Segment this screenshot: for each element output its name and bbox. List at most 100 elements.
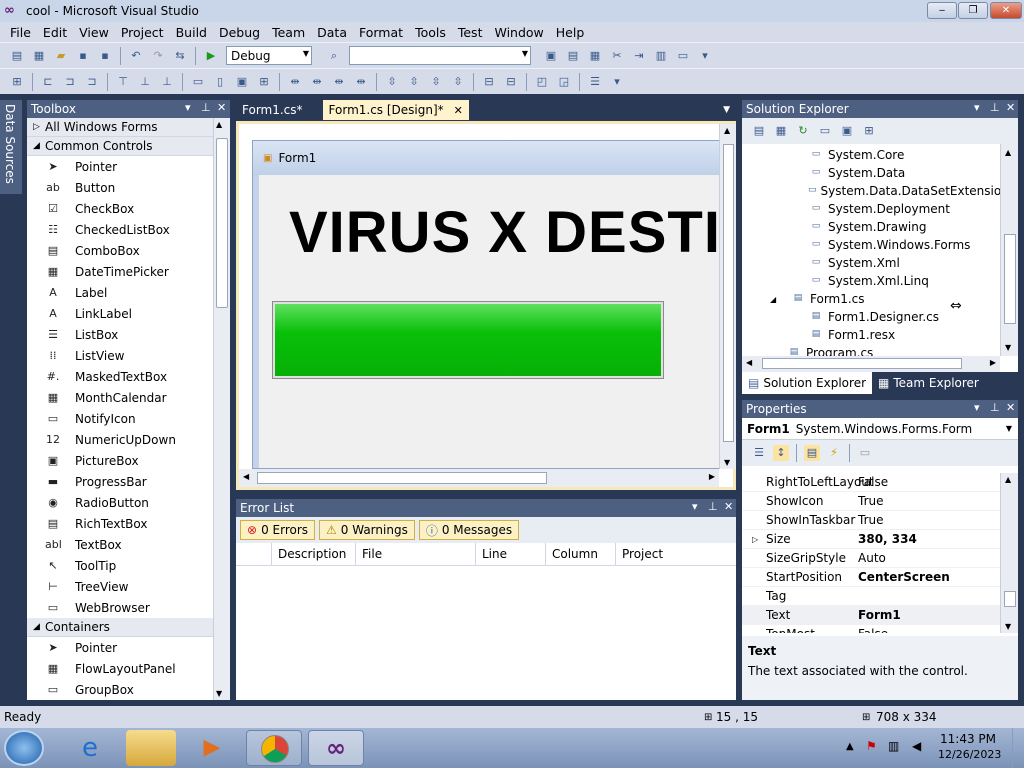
size-to-grid-icon[interactable]: ⊞ [256, 74, 272, 90]
property-row[interactable]: StartPosition CenterScreen [742, 568, 1000, 587]
categorized-icon[interactable]: ☰ [751, 445, 767, 461]
menu-data[interactable]: Data [311, 25, 353, 40]
scroll-down-icon[interactable]: ▼ [1005, 343, 1011, 352]
tab-order-icon[interactable]: ☰ [587, 74, 603, 90]
start-page-icon[interactable]: ⇥ [631, 48, 647, 64]
solution-vscrollbar[interactable]: ▲ ▼ [1000, 144, 1018, 356]
scroll-thumb[interactable] [1004, 234, 1016, 324]
toolbar-options-icon[interactable]: ▾ [609, 74, 625, 90]
property-row[interactable]: ShowInTaskbar True [742, 511, 1000, 530]
scroll-left-icon[interactable]: ◀ [746, 358, 752, 367]
align-centers-icon[interactable]: ⊐ [62, 74, 78, 90]
make-same-height-icon[interactable]: ▯ [212, 74, 228, 90]
pin-icon[interactable]: ⊥ [990, 401, 1000, 414]
refresh-icon[interactable]: ↻ [795, 123, 811, 139]
menu-test[interactable]: Test [452, 25, 489, 40]
toolbar-options-icon[interactable]: ▾ [697, 48, 713, 64]
toolbox-item-webbrowser[interactable]: ▭ WebBrowser [27, 597, 213, 618]
menu-debug[interactable]: Debug [213, 25, 266, 40]
dropdown-icon[interactable]: ▾ [185, 101, 191, 114]
decrease-hspacing-icon[interactable]: ⇹ [331, 74, 347, 90]
scroll-thumb[interactable] [762, 358, 962, 369]
property-value[interactable]: Form1 [852, 608, 901, 622]
tab-solution-explorer[interactable]: ▤ Solution Explorer [742, 372, 873, 394]
scroll-thumb[interactable] [257, 472, 547, 484]
toolbox-item-listbox[interactable]: ☰ ListBox [27, 324, 213, 345]
media-player-taskbar-icon[interactable]: ▶ [184, 730, 240, 766]
vertical-spacing-icon[interactable]: ⇳ [384, 74, 400, 90]
dropdown-icon[interactable]: ▾ [692, 500, 698, 513]
align-bottoms-icon[interactable]: ⊥ [159, 74, 175, 90]
column-file[interactable]: File [356, 543, 476, 565]
column-project[interactable]: Project [616, 543, 736, 565]
column-sort[interactable] [236, 543, 272, 565]
toolbox-item-linklabel[interactable]: A LinkLabel [27, 303, 213, 324]
dropdown-icon[interactable]: ▾ [974, 101, 980, 114]
property-row[interactable]: RightToLeftLayout False [742, 473, 1000, 492]
property-value[interactable]: Auto [852, 551, 886, 565]
scroll-thumb[interactable] [723, 144, 734, 442]
toolbox-item-checkbox[interactable]: ☑ CheckBox [27, 198, 213, 219]
remove-vspacing-icon[interactable]: ⇳ [450, 74, 466, 90]
extension-manager-icon[interactable]: ▥ [653, 48, 669, 64]
toolbox-section-common[interactable]: ◢ Common Controls [27, 137, 213, 156]
show-hidden-icons[interactable]: ▲ [846, 741, 854, 752]
tab-list-icon[interactable]: ▼ [723, 100, 730, 121]
tab-form1-design[interactable]: Form1.cs [Design]* ✕ [322, 100, 469, 120]
warnings-filter[interactable]: ⚠ 0 Warnings [319, 520, 415, 540]
toolbox-item-combobox[interactable]: ▤ ComboBox [27, 240, 213, 261]
start-button[interactable] [4, 730, 44, 766]
toolbox-section-containers[interactable]: ◢ Containers [27, 618, 213, 637]
show-desktop-button[interactable] [1012, 728, 1024, 768]
show-all-files-icon[interactable]: ▦ [773, 123, 789, 139]
toolbox-item-tooltip[interactable]: ↖ ToolTip [27, 555, 213, 576]
make-same-width-icon[interactable]: ▭ [190, 74, 206, 90]
new-project-icon[interactable]: ▤ [9, 48, 25, 64]
properties-icon[interactable]: ▤ [751, 123, 767, 139]
close-icon[interactable]: ✕ [1006, 401, 1015, 414]
find-combo[interactable]: ▼ [349, 46, 531, 65]
toolbox-item-label[interactable]: A Label [27, 282, 213, 303]
scroll-thumb[interactable] [216, 138, 228, 308]
toolbox-item-groupbox[interactable]: ▭ GroupBox [27, 679, 213, 700]
center-vertically-icon[interactable]: ⊟ [503, 74, 519, 90]
property-pages-icon[interactable]: ▭ [857, 445, 873, 461]
menu-file[interactable]: File [4, 25, 37, 40]
scroll-down-icon[interactable]: ▼ [1005, 622, 1011, 631]
tab-team-explorer[interactable]: ▦ Team Explorer [872, 372, 985, 394]
chrome-taskbar-button[interactable] [246, 730, 302, 766]
clock[interactable]: 11:43 PM 12/26/2023 [938, 732, 1001, 761]
scroll-right-icon[interactable]: ▶ [990, 358, 996, 367]
align-lefts-icon[interactable]: ⊏ [40, 74, 56, 90]
decrease-vspacing-icon[interactable]: ⇳ [428, 74, 444, 90]
toolbox-item-treeview[interactable]: ⊢ TreeView [27, 576, 213, 597]
property-row[interactable]: TopMostFalse [742, 625, 1000, 633]
menu-build[interactable]: Build [170, 25, 213, 40]
progress-bar[interactable] [272, 301, 664, 379]
toolbox-item-numericupdown[interactable]: 12 NumericUpDown [27, 429, 213, 450]
scroll-down-icon[interactable]: ▼ [216, 689, 222, 698]
designer-vscrollbar[interactable]: ▲ ▼ [719, 124, 736, 469]
menu-window[interactable]: Window [488, 25, 549, 40]
close-icon[interactable]: ✕ [1006, 101, 1015, 114]
scroll-right-icon[interactable]: ▶ [709, 472, 715, 481]
scroll-left-icon[interactable]: ◀ [243, 472, 249, 481]
volume-icon[interactable]: ◀ [912, 739, 921, 753]
increase-vspacing-icon[interactable]: ⇳ [406, 74, 422, 90]
property-row[interactable]: ▷ Size 380, 334 [742, 530, 1000, 549]
expand-icon[interactable]: ▷ [752, 535, 758, 544]
solution-item[interactable]: ▭ System.Core [742, 146, 1000, 164]
collapse-icon[interactable]: ◢ [770, 295, 790, 304]
property-row[interactable]: SizeGripStyle Auto [742, 549, 1000, 568]
save-icon[interactable]: ▪ [75, 48, 91, 64]
close-icon[interactable]: ✕ [724, 500, 733, 513]
pin-icon[interactable]: ⊥ [990, 101, 1000, 114]
send-to-back-icon[interactable]: ◲ [556, 74, 572, 90]
bring-to-front-icon[interactable]: ◰ [534, 74, 550, 90]
redo-icon[interactable]: ↷ [150, 48, 166, 64]
view-code-icon[interactable]: ▭ [817, 123, 833, 139]
solution-item[interactable]: ▭ System.Drawing [742, 218, 1000, 236]
configuration-select[interactable]: Debug ▼ [226, 46, 312, 65]
toolbox-item-notifyicon[interactable]: ▭ NotifyIcon [27, 408, 213, 429]
increase-hspacing-icon[interactable]: ⇹ [309, 74, 325, 90]
